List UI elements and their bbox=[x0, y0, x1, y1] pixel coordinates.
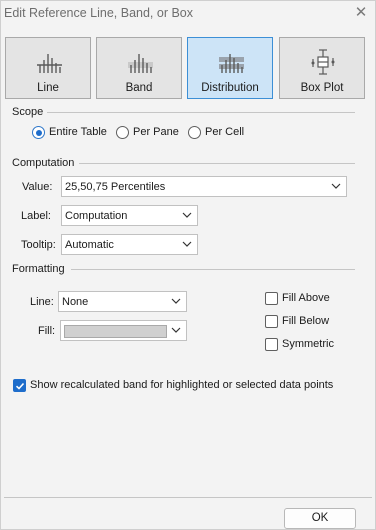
label-select[interactable]: Computation bbox=[61, 205, 198, 226]
radio-label: Entire Table bbox=[49, 126, 107, 138]
value-select[interactable]: 25,50,75 Percentiles bbox=[61, 176, 347, 197]
line-type-button[interactable]: Line bbox=[5, 37, 91, 99]
checkmark-icon bbox=[15, 382, 25, 390]
computation-divider bbox=[79, 163, 355, 164]
radio-circle bbox=[188, 126, 201, 139]
tooltip-select[interactable]: Automatic bbox=[61, 234, 198, 255]
radio-label: Per Pane bbox=[133, 126, 179, 138]
radio-circle bbox=[32, 126, 45, 139]
box-plot-type-label: Box Plot bbox=[300, 82, 344, 94]
formatting-heading: Formatting bbox=[12, 263, 65, 275]
checkbox-label: Show recalculated band for highlighted o… bbox=[30, 379, 334, 391]
value-label: Value: bbox=[22, 181, 53, 193]
fill-label: Fill: bbox=[38, 325, 56, 337]
checkbox-box bbox=[265, 292, 278, 305]
checkbox-box bbox=[265, 315, 278, 328]
checkbox-box bbox=[13, 379, 26, 392]
band-type-button[interactable]: Band bbox=[96, 37, 182, 99]
fill-color-select[interactable] bbox=[60, 320, 187, 341]
line-label: Line: bbox=[30, 296, 54, 308]
chevron-down-icon bbox=[182, 212, 192, 218]
distribution-type-button[interactable]: Distribution bbox=[187, 37, 273, 99]
computation-heading: Computation bbox=[12, 157, 75, 169]
line-type-icon bbox=[37, 54, 62, 73]
dialog-title: Edit Reference Line, Band, or Box bbox=[4, 6, 194, 20]
distribution-type-icon bbox=[219, 54, 244, 73]
box-plot-type-icon bbox=[311, 49, 335, 75]
chevron-down-icon bbox=[331, 183, 341, 189]
radio-circle bbox=[116, 126, 129, 139]
line-type-label: Line bbox=[37, 82, 59, 94]
formatting-divider bbox=[71, 269, 355, 270]
checkbox-label: Symmetric bbox=[282, 338, 334, 350]
label-select-text: Computation bbox=[65, 210, 128, 222]
radio-label: Per Cell bbox=[205, 126, 245, 138]
band-type-label: Band bbox=[125, 82, 153, 94]
line-format-select[interactable]: None bbox=[58, 291, 187, 312]
chevron-down-icon bbox=[171, 298, 181, 304]
footer-divider bbox=[4, 497, 372, 498]
checkbox-label: Fill Below bbox=[282, 315, 330, 327]
scope-heading: Scope bbox=[12, 106, 44, 118]
checkbox-box bbox=[265, 338, 278, 351]
scope-divider bbox=[47, 112, 355, 113]
reference-line-dialog: Edit Reference Line, Band, or Box ✕ Line… bbox=[0, 0, 376, 530]
value-select-text: 25,50,75 Percentiles bbox=[65, 181, 166, 193]
tooltip-select-text: Automatic bbox=[65, 239, 114, 251]
tooltip-label: Tooltip: bbox=[21, 239, 56, 251]
label-label: Label: bbox=[21, 210, 51, 222]
band-type-icon bbox=[128, 54, 153, 73]
line-format-select-text: None bbox=[62, 296, 89, 308]
ok-button[interactable]: OK bbox=[284, 508, 356, 529]
box-plot-type-button[interactable]: Box Plot bbox=[279, 37, 365, 99]
chevron-down-icon bbox=[182, 241, 192, 247]
chevron-down-icon bbox=[171, 327, 181, 333]
distribution-type-label: Distribution bbox=[201, 82, 259, 94]
fill-color-swatch bbox=[64, 325, 167, 338]
checkbox-label: Fill Above bbox=[282, 292, 330, 304]
title-bar: Edit Reference Line, Band, or Box ✕ bbox=[1, 1, 375, 27]
close-icon[interactable]: ✕ bbox=[352, 4, 370, 22]
